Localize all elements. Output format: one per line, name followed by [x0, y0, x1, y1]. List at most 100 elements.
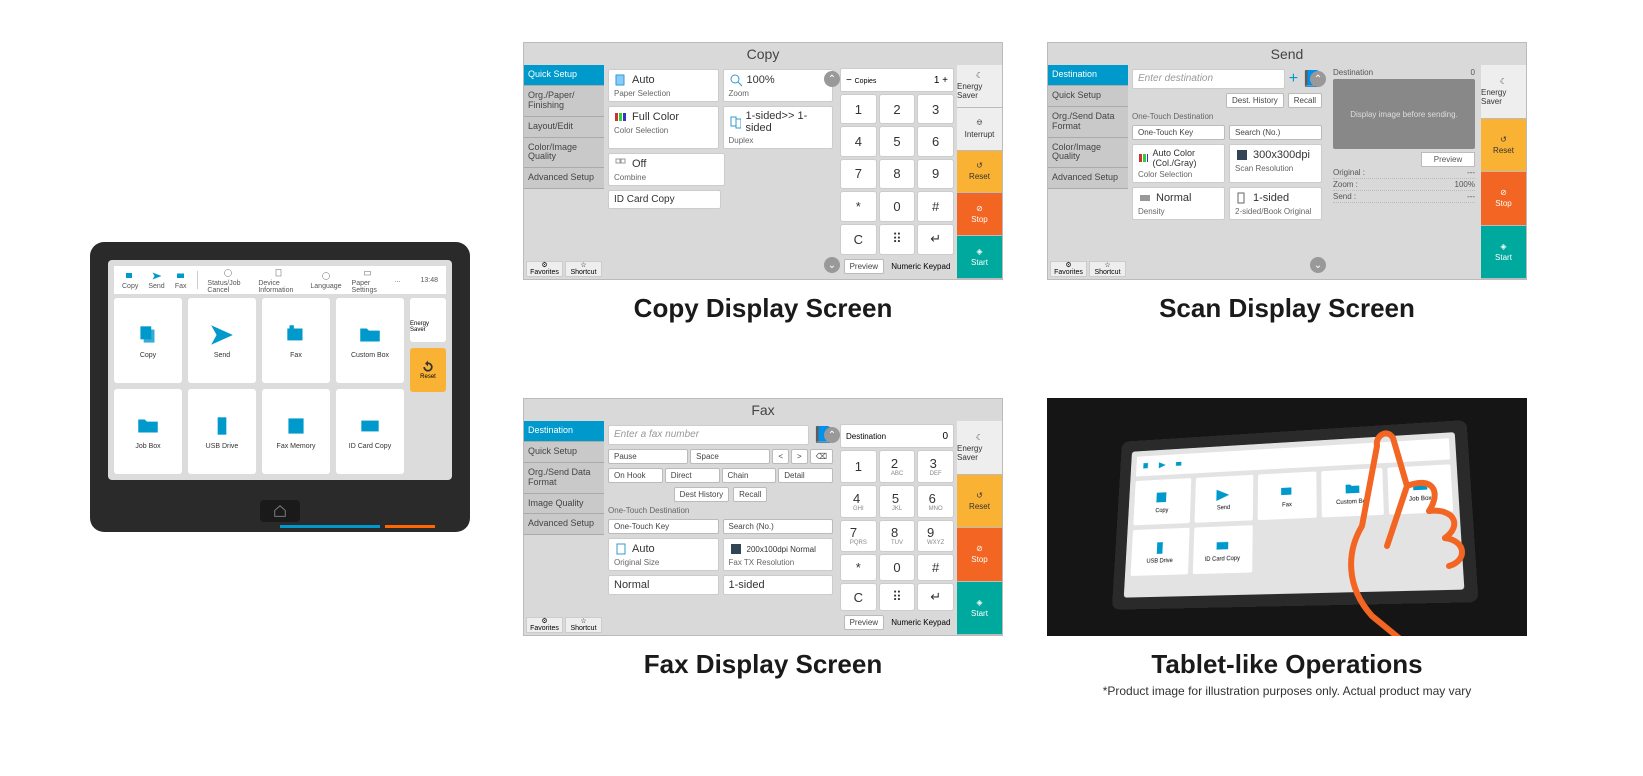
pause-button[interactable]: Pause: [608, 449, 688, 464]
key-0[interactable]: 0: [879, 554, 916, 581]
fax-number-input[interactable]: Enter a fax number: [608, 425, 809, 445]
app-tile[interactable]: ID Card Copy: [1193, 525, 1253, 574]
tab-advanced[interactable]: Advanced Setup: [524, 514, 604, 535]
cursor-left-button[interactable]: <: [772, 449, 789, 464]
energy-saver-button[interactable]: ☾Energy Saver: [1481, 65, 1526, 119]
key-clear[interactable]: C: [840, 224, 877, 255]
key-5[interactable]: 5JKL: [879, 485, 916, 518]
direct-button[interactable]: Direct: [665, 468, 720, 483]
app-id-card-copy[interactable]: ID Card Copy: [336, 389, 404, 474]
stop-button[interactable]: ⊘Stop: [957, 193, 1002, 236]
stop-button[interactable]: ⊘Stop: [1481, 172, 1526, 226]
shortcut-button[interactable]: ☆Shortcut: [1089, 261, 1126, 277]
reset-button[interactable]: ↺Reset: [957, 475, 1002, 529]
cursor-right-button[interactable]: >: [791, 449, 808, 464]
tab-org-paper[interactable]: Org./Paper/ Finishing: [524, 86, 604, 117]
tab-data-format[interactable]: Org./Send Data Format: [1048, 107, 1128, 138]
app-copy[interactable]: Copy: [114, 298, 182, 383]
density-setting[interactable]: Normal: [608, 575, 719, 595]
dest-history-button[interactable]: Dest. History: [1226, 93, 1284, 108]
key-7[interactable]: 7PQRS: [840, 520, 877, 553]
start-button[interactable]: ◈Start: [957, 236, 1002, 279]
recall-button[interactable]: Recall: [1288, 93, 1322, 108]
backspace-button[interactable]: ⌫: [810, 449, 833, 464]
home-button[interactable]: [260, 500, 300, 522]
key-3[interactable]: 3: [917, 94, 954, 124]
key-0[interactable]: 0: [879, 191, 916, 221]
app-send[interactable]: Send: [188, 298, 256, 383]
energy-saver-button[interactable]: Energy Saver: [410, 298, 446, 342]
paper-selection[interactable]: AutoPaper Selection: [608, 69, 719, 102]
key-clear[interactable]: C: [840, 583, 877, 611]
density-setting[interactable]: NormalDensity: [1132, 187, 1225, 220]
tab-color-image[interactable]: Color/Image Quality: [1048, 138, 1128, 169]
key-2[interactable]: 2: [879, 94, 916, 124]
tab-advanced[interactable]: Advanced Setup: [1048, 168, 1128, 189]
combine-setting[interactable]: OffCombine: [608, 153, 725, 186]
copies-counter[interactable]: − Copies1 +: [840, 68, 954, 92]
favorites-button[interactable]: ⚙Favorites: [526, 261, 563, 277]
key-8[interactable]: 8TUV: [879, 520, 916, 553]
original-size[interactable]: AutoOriginal Size: [608, 538, 719, 571]
chevron-down-icon[interactable]: ⌄: [1310, 257, 1326, 273]
app-tile[interactable]: Copy: [1133, 478, 1191, 525]
app-usb-drive[interactable]: USB Drive: [188, 389, 256, 474]
key-star[interactable]: *: [840, 554, 877, 581]
toolbar-item[interactable]: Fax: [175, 270, 187, 290]
tab-image-quality[interactable]: Image Quality: [524, 494, 604, 515]
reset-button[interactable]: ↺Reset: [1481, 119, 1526, 173]
search-no-button[interactable]: Search (No.): [723, 519, 834, 534]
add-icon[interactable]: +: [1289, 70, 1298, 88]
app-tile[interactable]: Send: [1194, 475, 1253, 523]
interrupt-button[interactable]: ⎊Interrupt: [957, 108, 1002, 151]
key-8[interactable]: 8: [879, 159, 916, 189]
dest-history-button[interactable]: Dest History: [674, 487, 730, 502]
favorites-button[interactable]: ⚙Favorites: [526, 617, 563, 633]
shortcut-button[interactable]: ☆Shortcut: [565, 617, 602, 633]
space-button[interactable]: Space: [690, 449, 770, 464]
key-enter[interactable]: ↵: [917, 224, 954, 255]
key-7[interactable]: 7: [840, 159, 877, 189]
key-4[interactable]: 4: [840, 126, 877, 156]
preview-button[interactable]: Preview: [844, 259, 884, 274]
key-6[interactable]: 6MNO: [917, 485, 954, 518]
key-3[interactable]: 3DEF: [917, 450, 954, 483]
fax-resolution[interactable]: 200x100dpi NormalFax TX Resolution: [723, 538, 834, 571]
key-5[interactable]: 5: [879, 126, 916, 156]
key-1[interactable]: 1: [840, 94, 877, 124]
toolbar-item[interactable]: Device Information: [258, 267, 300, 294]
start-button[interactable]: ◈Start: [957, 582, 1002, 636]
detail-button[interactable]: Detail: [778, 468, 833, 483]
shortcut-button[interactable]: ☆Shortcut: [565, 261, 602, 277]
chevron-up-icon[interactable]: ⌃: [1310, 71, 1326, 87]
key-hash[interactable]: #: [917, 554, 954, 581]
tab-destination[interactable]: Destination: [524, 421, 604, 442]
tab-color-image[interactable]: Color/Image Quality: [524, 138, 604, 169]
key-star[interactable]: *: [840, 191, 877, 221]
one-touch-key-button[interactable]: One-Touch Key: [1132, 125, 1225, 140]
tab-destination[interactable]: Destination: [1048, 65, 1128, 86]
key-1[interactable]: 1: [840, 450, 877, 483]
destination-input[interactable]: Enter destination: [1132, 69, 1285, 89]
tab-quick-setup[interactable]: Quick Setup: [524, 65, 604, 86]
key-hash[interactable]: #: [917, 191, 954, 221]
one-touch-key-button[interactable]: One-Touch Key: [608, 519, 719, 534]
key-6[interactable]: 6: [917, 126, 954, 156]
tab-quick-setup[interactable]: Quick Setup: [524, 442, 604, 463]
id-card-copy[interactable]: ID Card Copy: [608, 190, 721, 209]
key-grid[interactable]: ⠿: [879, 224, 916, 255]
toolbar-item[interactable]: Paper Settings: [352, 267, 385, 294]
key-9[interactable]: 9: [917, 159, 954, 189]
tab-data-format[interactable]: Org./Send Data Format: [524, 463, 604, 494]
app-job-box[interactable]: Job Box: [114, 389, 182, 474]
color-selection[interactable]: Full ColorColor Selection: [608, 106, 719, 149]
tab-quick-setup[interactable]: Quick Setup: [1048, 86, 1128, 107]
toolbar-item[interactable]: Send: [148, 270, 164, 290]
toolbar-item[interactable]: Status/Job Cancel: [207, 267, 248, 294]
toolbar-more[interactable]: ...: [395, 277, 401, 284]
color-selection[interactable]: Auto Color (Col./Gray)Color Selection: [1132, 144, 1225, 183]
stop-button[interactable]: ⊘Stop: [957, 528, 1002, 582]
on-hook-button[interactable]: On Hook: [608, 468, 663, 483]
toolbar-item[interactable]: Language: [310, 270, 341, 290]
key-2[interactable]: 2ABC: [879, 450, 916, 483]
